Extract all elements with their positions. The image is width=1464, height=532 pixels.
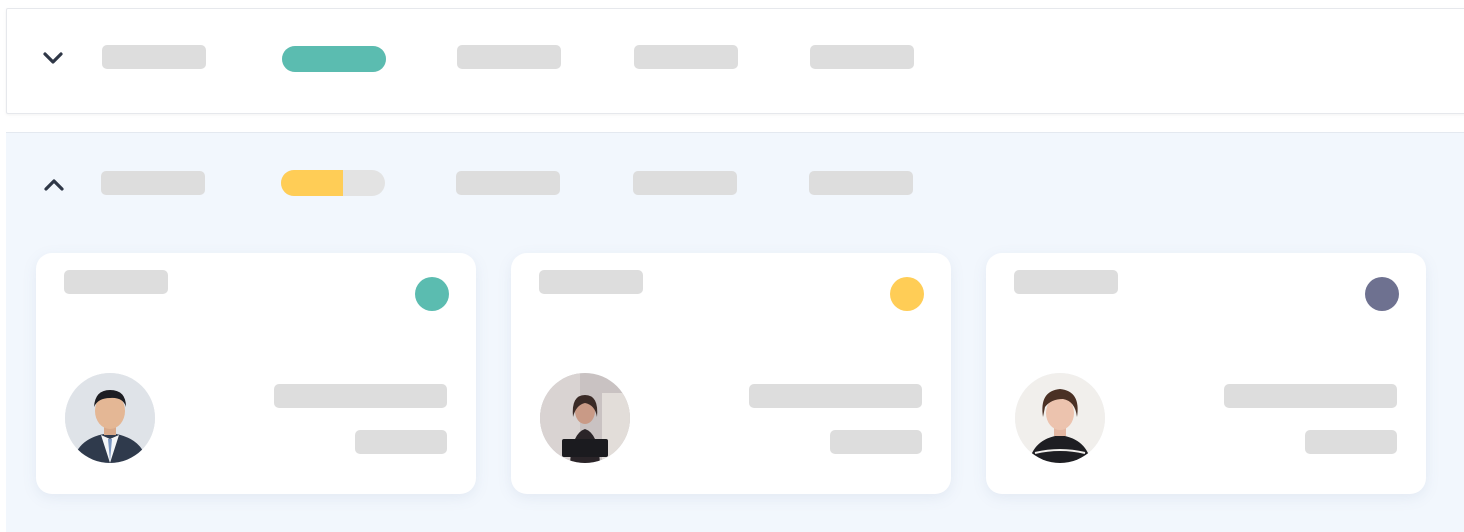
- placeholder-name: [101, 171, 205, 195]
- status-dot: [890, 277, 924, 311]
- progress-pill-fill: [282, 46, 386, 72]
- card-subdetail-placeholder: [1305, 430, 1397, 454]
- progress-pill: [282, 46, 386, 72]
- card-subdetail-placeholder: [830, 430, 922, 454]
- card-detail-placeholder: [274, 384, 447, 408]
- card-title-placeholder: [539, 270, 643, 294]
- chevron-down-icon[interactable]: [39, 44, 67, 72]
- card-subdetail-placeholder: [355, 430, 447, 454]
- placeholder-column-4: [634, 45, 738, 69]
- woman-with-laptop-avatar: [540, 373, 630, 463]
- chevron-up-icon[interactable]: [40, 171, 68, 199]
- member-card[interactable]: [986, 253, 1426, 494]
- placeholder-column-3: [456, 171, 560, 195]
- woman-short-hair-avatar: [1015, 373, 1105, 463]
- progress-pill: [281, 170, 385, 196]
- card-title-placeholder: [64, 270, 168, 294]
- placeholder-column-4: [633, 171, 737, 195]
- expanded-row[interactable]: [6, 132, 1464, 532]
- card-detail-placeholder: [749, 384, 922, 408]
- placeholder-column-5: [810, 45, 914, 69]
- man-in-suit-avatar: [65, 373, 155, 463]
- card-detail-placeholder: [1224, 384, 1397, 408]
- placeholder-column-5: [809, 171, 913, 195]
- progress-pill-fill: [281, 170, 344, 196]
- card-title-placeholder: [1014, 270, 1118, 294]
- placeholder-name: [102, 45, 206, 69]
- member-card[interactable]: [36, 253, 476, 494]
- status-dot: [1365, 277, 1399, 311]
- collapsed-row[interactable]: [6, 8, 1464, 114]
- member-card[interactable]: [511, 253, 951, 494]
- placeholder-column-3: [457, 45, 561, 69]
- status-dot: [415, 277, 449, 311]
